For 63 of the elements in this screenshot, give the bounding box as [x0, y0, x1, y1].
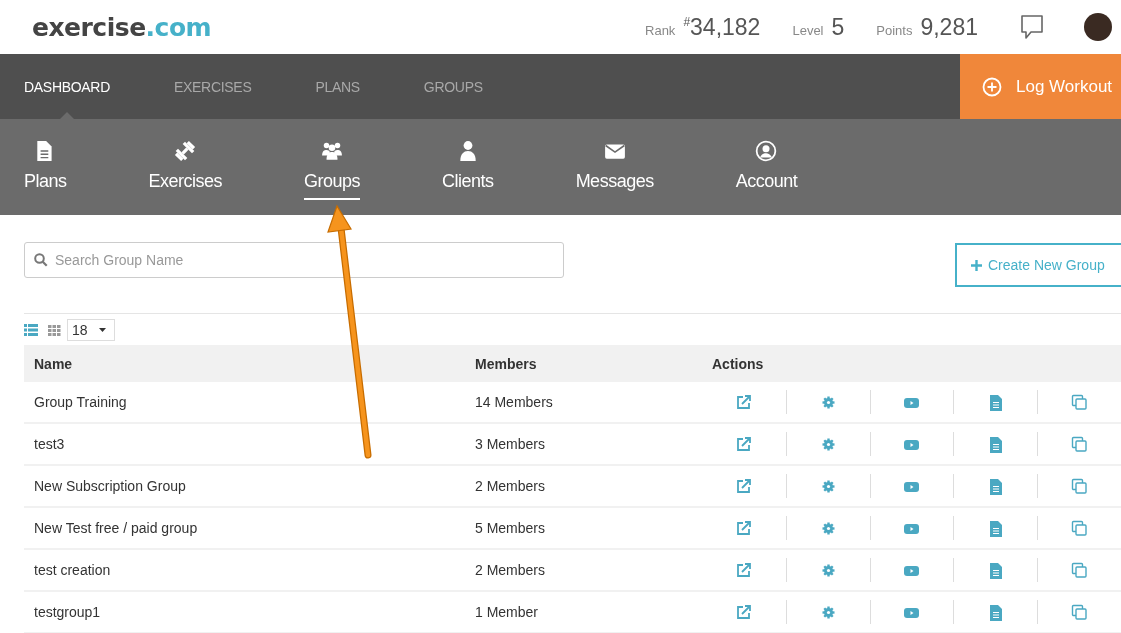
table-cell-text: testgroup1	[33, 604, 102, 620]
nav-tab[interactable]: DASHBOARD	[0, 54, 134, 119]
stat-label: Level	[792, 22, 824, 38]
stat-label: Points	[876, 22, 913, 38]
document-icon[interactable]	[987, 393, 1005, 411]
nav-tab[interactable]: EXERCISES	[150, 54, 276, 119]
search-icon	[34, 253, 48, 267]
table-cell-text: test3	[33, 436, 66, 452]
copy-icon[interactable]	[1071, 603, 1089, 621]
section-tab[interactable]: Clients	[442, 171, 494, 200]
column-header: Name	[33, 355, 74, 372]
table-cell-text: New Test free / paid group	[33, 520, 199, 536]
stat-value: $^{#}$34,182	[683, 13, 761, 41]
external-link-icon[interactable]	[735, 435, 753, 453]
table-cell-text: 14 Members	[474, 394, 554, 410]
document-icon[interactable]	[987, 519, 1005, 537]
table-cell-text: 3 Members	[474, 436, 547, 452]
search-field[interactable]: Search Group Name	[24, 242, 564, 278]
table-cell-text: 1 Member	[474, 604, 540, 620]
external-link-icon[interactable]	[735, 561, 753, 579]
site-logo[interactable]: exercise.com	[32, 12, 212, 42]
user-avatar[interactable]	[1084, 13, 1112, 41]
document-icon[interactable]	[987, 435, 1005, 453]
people-icon[interactable]	[321, 140, 344, 162]
external-link-icon[interactable]	[735, 393, 753, 411]
copy-icon[interactable]	[1071, 435, 1089, 453]
section-tab[interactable]: Plans	[24, 171, 67, 200]
plus-icon	[971, 259, 982, 271]
caret-icon	[99, 328, 106, 332]
stat-value: 5	[831, 13, 845, 41]
section-tab[interactable]: Exercises	[148, 171, 223, 200]
page-size-select[interactable]: 18	[67, 319, 115, 341]
nav-tab[interactable]: GROUPS	[399, 54, 507, 119]
chat-bubble-icon[interactable]	[1020, 14, 1044, 40]
table-cell-text: 2 Members	[474, 562, 547, 578]
external-link-icon[interactable]	[735, 603, 753, 621]
dumbbell-icon[interactable]	[174, 140, 197, 162]
document-icon[interactable]	[987, 561, 1005, 579]
user-circle-icon[interactable]	[755, 140, 778, 162]
document-icon[interactable]	[987, 477, 1005, 495]
copy-icon[interactable]	[1071, 477, 1089, 495]
nav-tab[interactable]: PLANS	[291, 54, 384, 119]
copy-icon[interactable]	[1071, 561, 1089, 579]
copy-icon[interactable]	[1071, 519, 1089, 537]
external-link-icon[interactable]	[735, 519, 753, 537]
section-tab[interactable]: Groups	[304, 171, 361, 200]
plus-circle-icon	[982, 76, 1002, 97]
copy-icon[interactable]	[1071, 393, 1089, 411]
table-cell-text: New Subscription Group	[33, 478, 187, 494]
external-link-icon[interactable]	[735, 477, 753, 495]
table-cell-text: Group Training	[33, 394, 128, 410]
grid-view-icon[interactable]	[48, 324, 61, 336]
table-cell-text: test creation	[33, 562, 112, 578]
column-header: Members	[474, 355, 538, 372]
section-tab[interactable]: Account	[735, 171, 798, 200]
stat-value: 9,281	[920, 13, 978, 41]
list-view-icon[interactable]	[24, 324, 38, 336]
section-tab[interactable]: Messages	[575, 171, 654, 200]
column-header: Actions	[711, 355, 765, 372]
document-icon[interactable]	[987, 603, 1005, 621]
table-cell-text: 5 Members	[474, 520, 547, 536]
stat-label: Rank	[645, 22, 676, 38]
table-cell-text: 2 Members	[474, 478, 547, 494]
